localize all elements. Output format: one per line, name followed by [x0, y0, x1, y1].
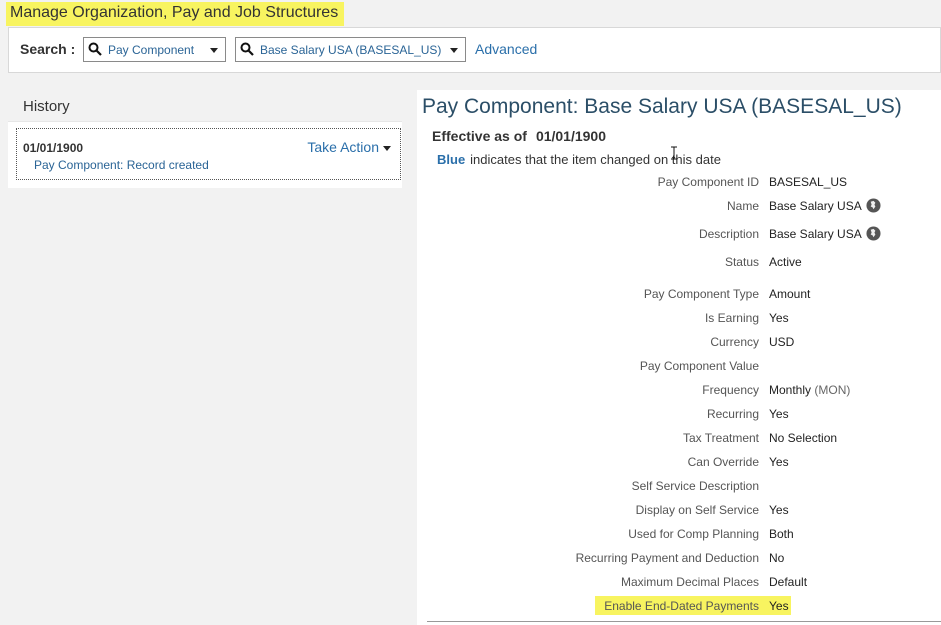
field-value: Monthly [769, 383, 812, 397]
field-label: Name [726, 199, 759, 213]
field-value-wrap: Monthly (MON) [769, 383, 850, 397]
field-label: Display on Self Service [635, 503, 759, 517]
globe-icon[interactable] [866, 226, 881, 241]
search-type-select[interactable]: Pay Component [83, 37, 226, 62]
field-description: Description Base Salary USA [417, 224, 941, 244]
field-value: No [769, 551, 785, 565]
search-label: Search : [20, 41, 76, 57]
history-panel: History 01/01/1900 Pay Component: Record… [8, 90, 402, 188]
field-status: Status Active [417, 252, 941, 272]
history-entry[interactable]: 01/01/1900 Pay Component: Record created… [16, 128, 401, 180]
text-cursor-icon [671, 146, 677, 160]
field-pay-component-id: Pay Component ID BASESAL_US [417, 172, 941, 192]
field-value: USD [769, 335, 795, 349]
field-self-service-description: Self Service Description [417, 476, 941, 496]
field-tax-treatment: Tax Treatment No Selection [417, 428, 941, 448]
field-value: Base Salary USA [769, 227, 862, 241]
field-label: Used for Comp Planning [628, 527, 759, 541]
take-action-label: Take Action [307, 139, 379, 155]
field-label: Frequency [702, 383, 759, 397]
field-value: Yes [769, 455, 789, 469]
page-title: Manage Organization, Pay and Job Structu… [6, 2, 345, 26]
history-entry-link[interactable]: Pay Component: Record created [34, 158, 209, 172]
caret-down-icon [383, 145, 391, 151]
field-label: Currency [710, 335, 759, 349]
globe-icon[interactable] [866, 198, 881, 213]
field-value: Active [769, 255, 802, 269]
field-label: Recurring [706, 407, 759, 421]
history-title: History [23, 98, 70, 115]
search-icon [240, 42, 254, 56]
field-pay-component-type: Pay Component Type Amount [417, 284, 941, 304]
field-label: Can Override [687, 455, 759, 469]
search-bar: Search : Pay Component Base Salary USA (… [8, 27, 941, 73]
field-value: BASESAL_US [769, 175, 848, 189]
field-label: Self Service Description [631, 479, 759, 493]
field-maximum-decimal-places: Maximum Decimal Places Default [417, 572, 941, 592]
field-label: Pay Component Type [643, 287, 759, 301]
field-value: Default [769, 575, 808, 589]
effective-date: 01/01/1900 [535, 128, 607, 144]
advanced-search-link[interactable]: Advanced [475, 41, 537, 57]
field-value: Yes [769, 407, 789, 421]
chevron-down-icon[interactable] [210, 48, 218, 53]
search-object-value: Base Salary USA (BASESAL_US) [260, 43, 442, 57]
history-entry-date: 01/01/1900 [23, 141, 84, 155]
field-enable-end-dated-payments: Enable End-Dated Payments Yes [417, 596, 941, 616]
field-value-wrap: Base Salary USA [769, 226, 881, 241]
field-value: Amount [769, 287, 811, 301]
field-label: Enable End-Dated Payments [604, 599, 759, 613]
field-value: Yes [769, 599, 789, 613]
field-label: Pay Component ID [657, 175, 759, 189]
search-type-value: Pay Component [108, 43, 195, 57]
field-value-wrap: Base Salary USA [769, 198, 881, 213]
detail-panel: Pay Component: Base Salary USA (BASESAL_… [417, 90, 941, 625]
field-value: No Selection [769, 431, 838, 445]
field-name: Name Base Salary USA [417, 196, 941, 216]
field-label: Tax Treatment [682, 431, 759, 445]
field-recurring: Recurring Yes [417, 404, 941, 424]
field-label: Pay Component Value [639, 359, 759, 373]
field-frequency: Frequency Monthly (MON) [417, 380, 941, 400]
divider [427, 621, 941, 622]
detail-title: Pay Component: Base Salary USA (BASESAL_… [422, 95, 902, 118]
field-value: Yes [769, 503, 789, 517]
field-label: Recurring Payment and Deduction [575, 551, 759, 565]
field-display-on-self-service: Display on Self Service Yes [417, 500, 941, 520]
field-pay-component-value: Pay Component Value [417, 356, 941, 376]
field-value-code: (MON) [814, 383, 851, 397]
field-label: Status [724, 255, 759, 269]
field-used-for-comp-planning: Used for Comp Planning Both [417, 524, 941, 544]
field-label: Is Earning [704, 311, 759, 325]
field-label: Description [698, 227, 759, 241]
field-label: Maximum Decimal Places [620, 575, 759, 589]
search-icon [88, 42, 102, 56]
field-recurring-payment-and-deduction: Recurring Payment and Deduction No [417, 548, 941, 568]
legend-text: indicates that the item changed on this … [470, 152, 721, 167]
legend-blue-word: Blue [437, 152, 466, 167]
search-object-select[interactable]: Base Salary USA (BASESAL_US) [235, 37, 466, 62]
field-currency: Currency USD [417, 332, 941, 352]
field-value: Base Salary USA [769, 199, 862, 213]
take-action-button[interactable]: Take Action [307, 139, 391, 155]
field-value: Both [769, 527, 794, 541]
history-header: History [8, 90, 402, 122]
chevron-down-icon[interactable] [450, 48, 458, 53]
field-can-override: Can Override Yes [417, 452, 941, 472]
field-value: Yes [769, 311, 789, 325]
effective-date-line: Effective as of 01/01/1900 [432, 128, 606, 144]
field-is-earning: Is Earning Yes [417, 308, 941, 328]
effective-label: Effective as of [432, 128, 527, 144]
change-legend: Blue indicates that the item changed on t… [437, 152, 721, 167]
